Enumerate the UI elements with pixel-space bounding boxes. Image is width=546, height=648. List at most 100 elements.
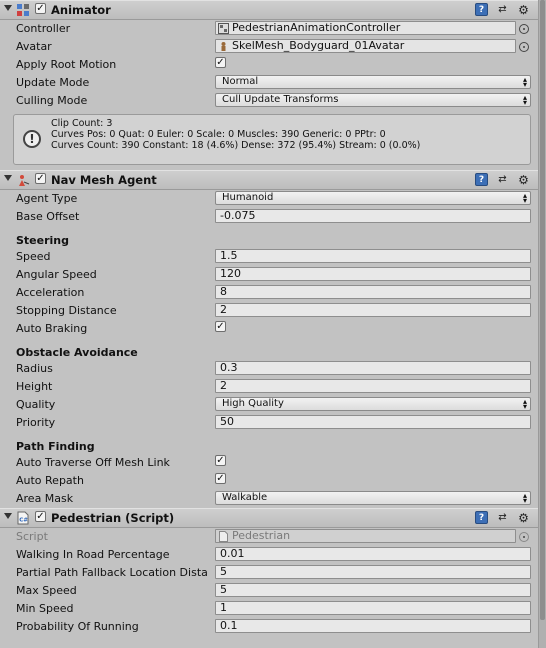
object-picker-icon: [519, 532, 529, 542]
help-icon[interactable]: ?: [475, 3, 488, 16]
field-label: Auto Traverse Off Mesh Link: [16, 456, 170, 469]
field-label: Height: [16, 380, 53, 393]
angular-speed-field[interactable]: 120: [215, 267, 531, 281]
apply-root-motion-checkbox[interactable]: ✓: [215, 57, 226, 68]
stopping-distance-row: Stopping Distance 2: [0, 302, 538, 320]
help-icon[interactable]: ?: [475, 511, 488, 524]
apply-root-motion-row: Apply Root Motion ✓: [0, 56, 538, 74]
speed-row: Speed 1.5: [0, 248, 538, 266]
controller-row: Controller PedestrianAnimationController: [0, 20, 538, 38]
height-row: Height 2: [0, 378, 538, 396]
presets-icon[interactable]: ⇄: [496, 511, 509, 524]
svg-text:C#: C#: [19, 518, 28, 524]
object-picker-icon[interactable]: [519, 42, 529, 52]
dropdown-arrows-icon: ▴ ▾: [522, 397, 527, 411]
angular-speed-row: Angular Speed 120: [0, 266, 538, 284]
field-label: Quality: [16, 398, 56, 411]
inspector-scrollbar[interactable]: [538, 0, 546, 648]
field-label: Min Speed: [16, 602, 74, 615]
priority-field[interactable]: 50: [215, 415, 531, 429]
script-object-field: Pedestrian: [215, 529, 529, 543]
quality-row: Quality High Quality ▴ ▾: [0, 396, 538, 414]
avatar-object-field[interactable]: SkelMesh_Bodyguard_01Avatar: [215, 39, 529, 53]
field-label: Avatar: [16, 40, 52, 53]
field-label: Apply Root Motion: [16, 58, 117, 71]
field-label: Auto Repath: [16, 474, 84, 487]
scrollbar-thumb[interactable]: [540, 0, 545, 620]
update-mode-row: Update Mode Normal ▴ ▾: [0, 74, 538, 92]
dropdown-value: Humanoid: [222, 192, 274, 203]
stopping-distance-field[interactable]: 2: [215, 303, 531, 317]
csharp-script-icon: [219, 530, 228, 542]
partial-path-field[interactable]: 5: [215, 565, 531, 579]
dropdown-value: Cull Update Transforms: [222, 94, 339, 105]
info-line: Curves Pos: 0 Quat: 0 Euler: 0 Scale: 0 …: [51, 129, 386, 140]
foldout-arrow-icon[interactable]: [4, 175, 12, 181]
min-speed-field[interactable]: 1: [215, 601, 531, 615]
area-mask-dropdown[interactable]: Walkable ▴ ▾: [215, 491, 531, 505]
field-label: Base Offset: [16, 210, 80, 223]
dropdown-arrows-icon: ▴ ▾: [522, 75, 527, 89]
field-label: Controller: [16, 22, 71, 35]
auto-traverse-checkbox[interactable]: ✓: [215, 455, 226, 466]
animator-controller-icon: [218, 22, 229, 34]
gear-icon[interactable]: ⚙: [517, 511, 530, 525]
nav-mesh-agent-header[interactable]: ✓ Nav Mesh Agent ? ⇄ ⚙: [0, 170, 538, 190]
walking-in-road-field[interactable]: 0.01: [215, 547, 531, 561]
controller-object-field[interactable]: PedestrianAnimationController: [215, 21, 529, 35]
object-picker-icon[interactable]: [519, 24, 529, 34]
auto-braking-checkbox[interactable]: ✓: [215, 321, 226, 332]
field-label: Priority: [16, 416, 56, 429]
section-header: Obstacle Avoidance: [0, 342, 538, 360]
max-speed-row: Max Speed 5: [0, 582, 538, 600]
field-value: PedestrianAnimationController: [232, 21, 401, 34]
auto-repath-row: Auto Repath ✓: [0, 472, 538, 490]
animator-enabled-checkbox[interactable]: ✓: [35, 3, 46, 14]
pedestrian-enabled-checkbox[interactable]: ✓: [35, 511, 46, 522]
speed-field[interactable]: 1.5: [215, 249, 531, 263]
gear-icon[interactable]: ⚙: [517, 173, 530, 187]
probability-running-field[interactable]: 0.1: [215, 619, 531, 633]
auto-repath-checkbox[interactable]: ✓: [215, 473, 226, 484]
field-label: Culling Mode: [16, 94, 88, 107]
radius-row: Radius 0.3: [0, 360, 538, 378]
field-label: Update Mode: [16, 76, 90, 89]
dropdown-arrows-icon: ▴ ▾: [522, 491, 527, 505]
presets-icon[interactable]: ⇄: [496, 173, 509, 186]
auto-braking-row: Auto Braking ✓: [0, 320, 538, 338]
acceleration-field[interactable]: 8: [215, 285, 531, 299]
area-mask-row: Area Mask Walkable ▴ ▾: [0, 490, 538, 508]
info-line: Curves Count: 390 Constant: 18 (4.6%) De…: [51, 140, 421, 151]
avatar-row: Avatar SkelMesh_Bodyguard_01Avatar: [0, 38, 538, 56]
dropdown-arrows-icon: ▴ ▾: [522, 93, 527, 107]
field-label: Auto Braking: [16, 322, 88, 335]
component-title: Pedestrian (Script): [51, 511, 175, 525]
update-mode-dropdown[interactable]: Normal ▴ ▾: [215, 75, 531, 89]
presets-icon[interactable]: ⇄: [496, 3, 509, 16]
dropdown-arrows-icon: ▴ ▾: [522, 191, 527, 205]
foldout-arrow-icon[interactable]: [4, 513, 12, 519]
section-header: Steering: [0, 230, 538, 248]
height-field[interactable]: 2: [215, 379, 531, 393]
acceleration-row: Acceleration 8: [0, 284, 538, 302]
component-title: Nav Mesh Agent: [51, 173, 157, 187]
base-offset-field[interactable]: -0.075: [215, 209, 531, 223]
field-label: Speed: [16, 250, 51, 263]
foldout-arrow-icon[interactable]: [4, 5, 12, 11]
radius-field[interactable]: 0.3: [215, 361, 531, 375]
field-label: Stopping Distance: [16, 304, 117, 317]
dropdown-value: High Quality: [222, 398, 284, 409]
help-icon[interactable]: ?: [475, 173, 488, 186]
pedestrian-script-header[interactable]: C# ✓ Pedestrian (Script) ? ⇄ ⚙: [0, 508, 538, 528]
agent-type-dropdown[interactable]: Humanoid ▴ ▾: [215, 191, 531, 205]
max-speed-field[interactable]: 5: [215, 583, 531, 597]
quality-dropdown[interactable]: High Quality ▴ ▾: [215, 397, 531, 411]
field-label: Area Mask: [16, 492, 74, 505]
section-header: Path Finding: [0, 436, 538, 454]
culling-mode-dropdown[interactable]: Cull Update Transforms ▴ ▾: [215, 93, 531, 107]
animator-header[interactable]: ✓ Animator ? ⇄ ⚙: [0, 0, 538, 20]
nav-mesh-agent-enabled-checkbox[interactable]: ✓: [35, 173, 46, 184]
base-offset-row: Base Offset -0.075: [0, 208, 538, 226]
gear-icon[interactable]: ⚙: [517, 3, 530, 17]
walking-in-road-row: Walking In Road Percentage 0.01: [0, 546, 538, 564]
